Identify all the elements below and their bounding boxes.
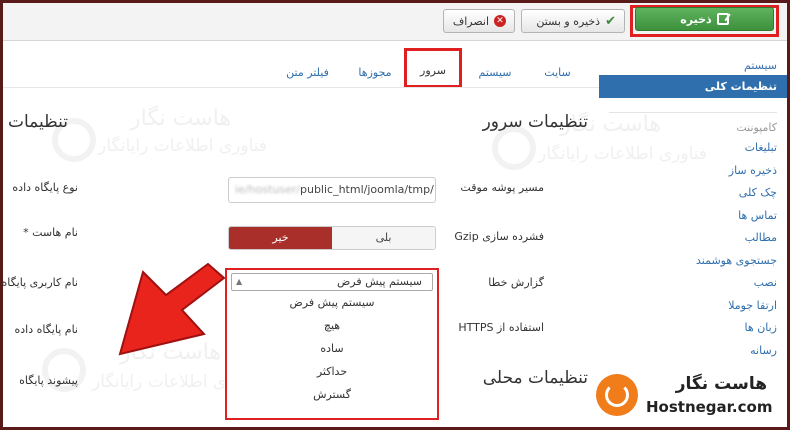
db-user-label: نام کاربری پایگاه <box>1 276 78 289</box>
temp-path-prefix: ie/hostuser/ <box>235 183 300 196</box>
error-option-default[interactable]: سیستم پیش فرض <box>227 291 437 314</box>
sidebar-item[interactable]: جستجوی هوشمند <box>599 251 787 274</box>
error-option-simple[interactable]: ساده <box>227 337 437 360</box>
database-settings-title: تنظیمات <box>8 112 68 132</box>
error-report-label: گزارش خطا <box>488 276 544 289</box>
sidebar-item[interactable]: چک کلی <box>599 183 787 206</box>
https-label: استفاده از HTTPS <box>458 321 544 334</box>
tab-site[interactable]: سایت <box>535 58 580 88</box>
pointer-arrow-icon <box>118 262 226 356</box>
sidebar-item[interactable]: ارتقا جوملا <box>599 296 787 319</box>
temp-path-input[interactable]: ie/hostuser/public_html/joomla/tmp/ <box>228 177 436 203</box>
gzip-toggle-no[interactable]: خیر <box>229 227 332 249</box>
host-label: نام هاست * <box>23 226 78 239</box>
gzip-label: فشرده سازی Gzip <box>454 230 544 243</box>
tabs-divider <box>3 87 599 88</box>
tab-permissions[interactable]: مجوزها <box>350 58 400 88</box>
tab-text-filters[interactable]: فیلتر متن <box>275 58 340 88</box>
cancel-label: انصراف <box>452 14 489 28</box>
tab-system[interactable]: سیستم <box>465 58 525 88</box>
server-settings-title: تنظیمات سرور <box>482 112 588 132</box>
sidebar-item[interactable]: مطالب <box>599 228 787 251</box>
error-option-none[interactable]: هیچ <box>227 314 437 337</box>
save-button-label: ذخیره <box>680 12 712 26</box>
sidebar-header-system[interactable]: سیستم <box>599 56 787 75</box>
temp-path-value: public_html/joomla/tmp/ <box>299 183 434 196</box>
edit-icon <box>716 13 729 25</box>
temp-path-label: مسیر پوشه موقت <box>460 181 544 194</box>
brand-name-en: Hostnegar.com <box>646 398 773 416</box>
save-button[interactable]: ذخیره <box>635 7 774 31</box>
db-prefix-label: پیشوند پایگاه <box>19 374 78 387</box>
sidebar-item[interactable]: نصب <box>599 273 787 296</box>
watermark-logo-icon <box>492 126 536 170</box>
error-report-selected-text: سیستم پیش فرض <box>336 275 422 288</box>
sidebar-item[interactable]: تبلیغات <box>599 138 787 161</box>
sidebar-divider <box>609 112 777 113</box>
close-icon: ✕ <box>494 15 506 27</box>
sidebar-item[interactable]: رسانه <box>599 341 787 364</box>
sidebar-item[interactable]: ذخیره ساز <box>599 161 787 184</box>
sidebar-header-component: کامپوننت <box>736 121 777 134</box>
db-type-label: نوع پایگاه داده <box>12 181 78 194</box>
error-option-development[interactable]: گسترش <box>227 383 437 406</box>
sidebar-item[interactable]: زبان ها <box>599 318 787 341</box>
brand-name-fa: هاست نگار <box>675 374 767 394</box>
save-close-button[interactable]: ✔ ذخیره و بستن <box>521 9 625 33</box>
error-option-maximum[interactable]: حداکثر <box>227 360 437 383</box>
save-close-label: ذخیره و بستن <box>536 14 601 28</box>
sidebar: سیستم تنظیمات کلی کامپوننت تبلیغات ذخیره… <box>599 56 787 363</box>
chevron-up-icon: ▲ <box>236 277 243 286</box>
hostnegar-logo-icon <box>596 374 638 416</box>
gzip-toggle-yes[interactable]: بلی <box>332 227 435 249</box>
brand-block: هاست نگار Hostnegar.com <box>592 370 787 426</box>
error-report-selected[interactable]: سیستم پیش فرض ▲ <box>231 273 433 291</box>
sidebar-item-global-configuration[interactable]: تنظیمات کلی <box>599 75 787 98</box>
check-icon: ✔ <box>605 13 616 29</box>
gzip-toggle[interactable]: خیر بلی <box>228 226 436 250</box>
locale-settings-title: تنظیمات محلی <box>482 368 588 388</box>
tab-server[interactable]: سرور <box>408 56 458 86</box>
error-report-dropdown[interactable]: سیستم پیش فرض ▲ سیستم پیش فرض هیچ ساده ح… <box>225 268 439 420</box>
cancel-button[interactable]: ✕ انصراف <box>443 9 515 33</box>
db-name-label: نام پایگاه داده <box>14 323 79 336</box>
sidebar-item[interactable]: تماس ها <box>599 206 787 229</box>
